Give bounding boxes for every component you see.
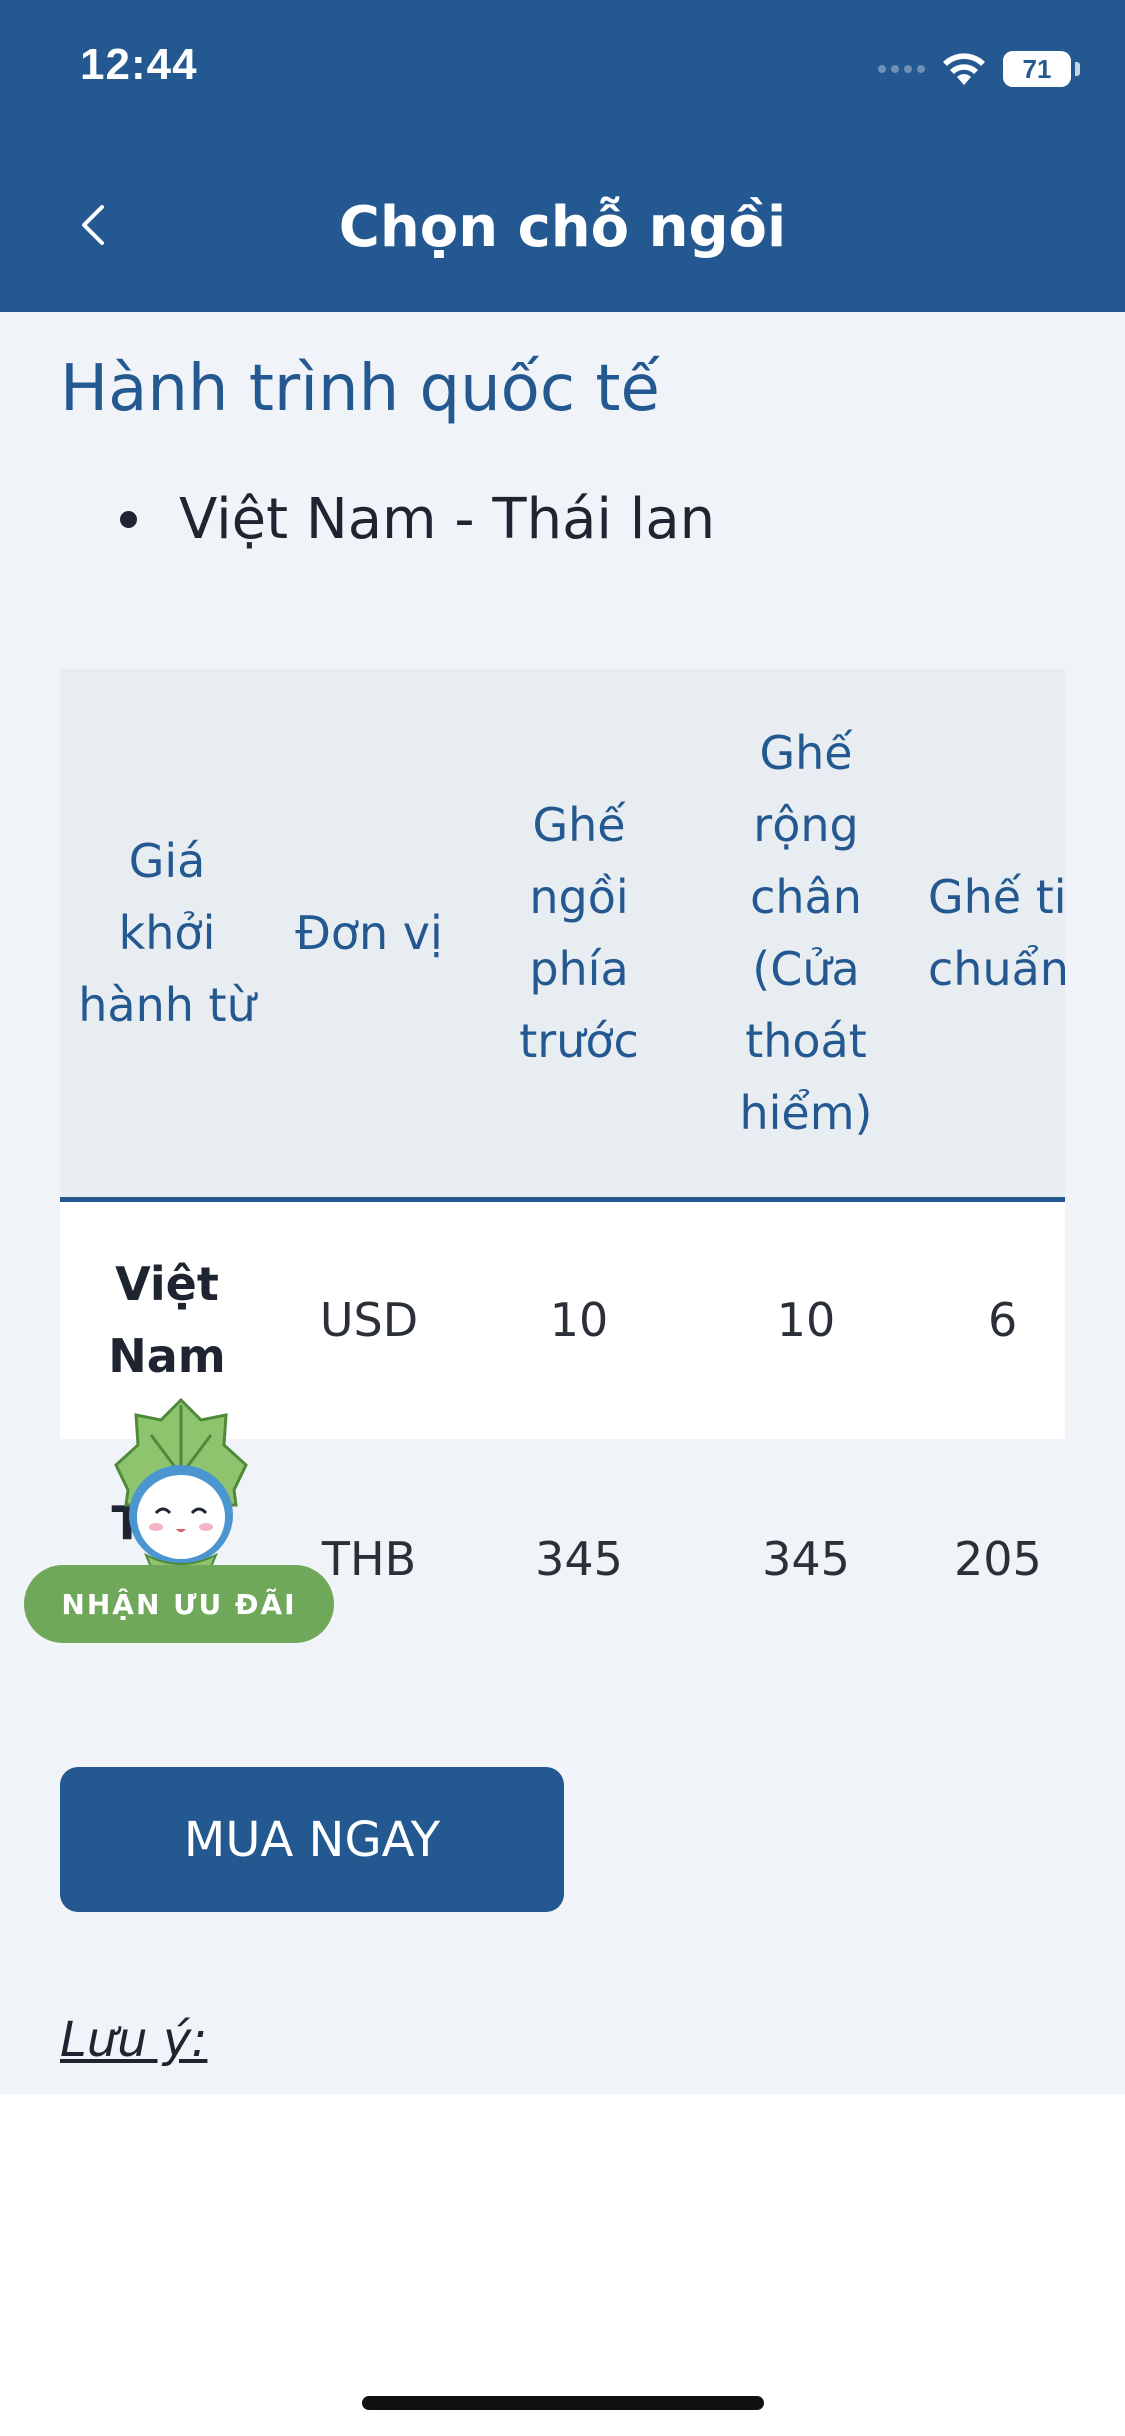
col-header-unit: Đơn vị xyxy=(274,669,464,1202)
status-time: 12:44 xyxy=(80,40,198,89)
main-content: Hành trình quốc tế Việt Nam - Thái lan G… xyxy=(0,312,1125,2094)
section-title: Hành trình quốc tế xyxy=(60,352,660,426)
cell-standard: 6 xyxy=(918,1199,1065,1439)
mascot-icon xyxy=(114,1397,248,1575)
home-indicator[interactable] xyxy=(362,2396,764,2410)
col-header-departure: Giá khởi hành từ xyxy=(60,669,274,1202)
promo-label: NHẬN ƯU ĐÃI xyxy=(24,1565,334,1643)
cell-front: 345 xyxy=(535,1532,623,1586)
col-header-legroom-seat: Ghế rộng chân (Cửa thoát hiểm) xyxy=(694,669,918,1202)
bullet xyxy=(120,511,137,528)
col-header-standard-seat: Ghế tiêu chuẩn xyxy=(918,669,1065,1202)
note-label: Lưu ý: xyxy=(60,2012,208,2068)
route-list: Việt Nam - Thái lan xyxy=(120,487,715,552)
battery-icon: 71 xyxy=(1003,51,1071,87)
page-title: Chọn chỗ ngồi xyxy=(338,195,787,260)
cell-legroom: 10 xyxy=(694,1199,918,1439)
cell-front: 10 xyxy=(464,1199,694,1439)
wifi-icon xyxy=(943,53,985,85)
buy-now-button[interactable]: MUA NGAY xyxy=(60,1767,564,1912)
route-label: Việt Nam - Thái lan xyxy=(179,487,716,552)
app-header: 12:44 71 Chọn chỗ ngồi xyxy=(0,0,1125,312)
table-header-row: Giá khởi hành từ Đơn vị Ghế ngồi phía tr… xyxy=(60,669,1065,1202)
cellular-signal-icon xyxy=(878,65,925,73)
battery-cap xyxy=(1075,62,1080,76)
promo-widget[interactable]: NHẬN ƯU ĐÃI xyxy=(24,1395,336,1645)
status-bar-icons: 71 xyxy=(878,46,1080,92)
col-header-front-seat: Ghế ngồi phía trước xyxy=(464,669,694,1202)
cell-standard: 205 xyxy=(954,1532,1042,1586)
battery-level-text: 71 xyxy=(1022,53,1052,84)
cell-legroom: 345 xyxy=(762,1532,850,1586)
route-item: Việt Nam - Thái lan xyxy=(120,487,715,552)
